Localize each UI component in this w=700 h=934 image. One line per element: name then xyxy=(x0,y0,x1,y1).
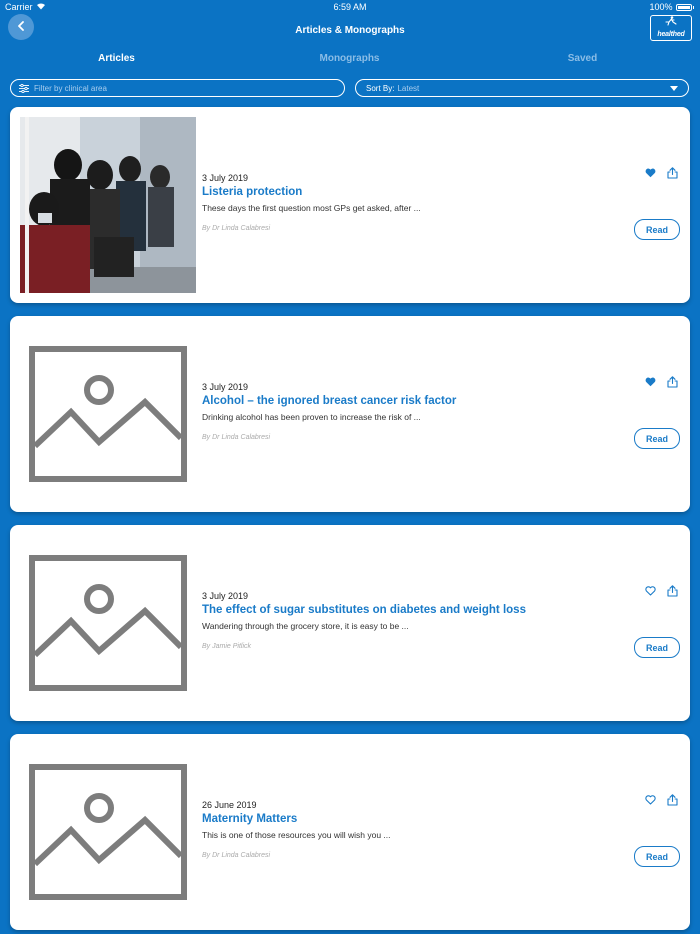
battery-icon xyxy=(675,3,692,11)
image-placeholder-icon xyxy=(29,346,187,482)
image-placeholder-icon xyxy=(29,764,187,900)
article-card-3: 3 July 2019 The effect of sugar substitu… xyxy=(10,525,690,721)
sort-select[interactable]: Sort By: Latest xyxy=(355,79,689,97)
filter-row: Filter by clinical area Sort By: Latest xyxy=(0,79,700,97)
battery-tip xyxy=(692,5,694,9)
runner-icon xyxy=(664,13,678,31)
article-excerpt: Wandering through the grocery store, it … xyxy=(202,621,409,631)
article-card-2: 3 July 2019 Alcohol – the ignored breast… xyxy=(10,316,690,512)
commuters-photo xyxy=(20,117,196,293)
article-excerpt: This is one of those resources you will … xyxy=(202,830,391,840)
tab-bar: Articles Monographs Saved xyxy=(0,53,700,69)
sort-value: Latest xyxy=(397,83,420,93)
article-date: 3 July 2019 xyxy=(202,591,249,601)
page-title: Articles & Monographs xyxy=(295,25,405,36)
article-title[interactable]: Maternity Matters xyxy=(202,813,297,825)
caret-down-icon xyxy=(670,86,678,91)
article-title[interactable]: The effect of sugar substitutes on diabe… xyxy=(202,604,526,616)
article-actions xyxy=(644,585,678,597)
tab-monographs[interactable]: Monographs xyxy=(233,53,466,64)
article-excerpt: Drinking alcohol has been proven to incr… xyxy=(202,412,421,422)
article-actions xyxy=(644,794,678,806)
heart-filled-icon[interactable] xyxy=(644,167,656,179)
sliders-icon xyxy=(19,83,29,93)
article-author: By Dr Linda Calabresi xyxy=(202,434,271,441)
status-bar: Carrier 6:59 AM 100% xyxy=(0,0,700,14)
article-author: By Jamie Pitlick xyxy=(202,643,252,650)
article-actions xyxy=(644,376,678,388)
share-icon[interactable] xyxy=(666,585,678,597)
article-title[interactable]: Alcohol – the ignored breast cancer risk… xyxy=(202,395,456,407)
status-time: 6:59 AM xyxy=(333,2,367,12)
read-button[interactable]: Read xyxy=(634,428,680,449)
heart-outline-icon[interactable] xyxy=(644,585,656,597)
heart-filled-icon[interactable] xyxy=(644,376,656,388)
share-icon[interactable] xyxy=(666,167,678,179)
article-image xyxy=(20,744,196,920)
read-button[interactable]: Read xyxy=(634,637,680,658)
article-image xyxy=(20,326,196,502)
article-body: 3 July 2019 Alcohol – the ignored breast… xyxy=(202,316,690,512)
image-placeholder-icon xyxy=(29,555,187,691)
nav-bar: Articles & Monographs healthed xyxy=(0,14,700,48)
article-body: 3 July 2019 Listeria protection These da… xyxy=(202,107,690,303)
tab-articles[interactable]: Articles xyxy=(0,53,233,64)
logo-text: healthed xyxy=(657,31,685,38)
article-image xyxy=(20,535,196,711)
article-card-1: 3 July 2019 Listeria protection These da… xyxy=(10,107,690,303)
article-body: 3 July 2019 The effect of sugar substitu… xyxy=(202,525,690,721)
article-date: 3 July 2019 xyxy=(202,382,249,392)
tab-saved[interactable]: Saved xyxy=(466,53,699,64)
healthed-logo: healthed xyxy=(650,15,692,41)
article-actions xyxy=(644,167,678,179)
article-title[interactable]: Listeria protection xyxy=(202,186,302,198)
article-body: 26 June 2019 Maternity Matters This is o… xyxy=(202,734,690,930)
clinical-area-filter[interactable]: Filter by clinical area xyxy=(10,79,345,97)
article-author: By Dr Linda Calabresi xyxy=(202,225,271,232)
share-icon[interactable] xyxy=(666,376,678,388)
clinical-area-placeholder: Filter by clinical area xyxy=(34,83,107,93)
read-button[interactable]: Read xyxy=(634,219,680,240)
article-author: By Dr Linda Calabresi xyxy=(202,852,271,859)
read-button[interactable]: Read xyxy=(634,846,680,867)
article-excerpt: These days the first question most GPs g… xyxy=(202,203,421,213)
article-image xyxy=(20,117,196,293)
heart-outline-icon[interactable] xyxy=(644,794,656,806)
battery-percent: 100% xyxy=(649,2,673,12)
article-date: 3 July 2019 xyxy=(202,173,249,183)
status-right: 100% xyxy=(649,2,694,12)
sort-prefix: Sort By: xyxy=(366,83,395,93)
article-card-4: 26 June 2019 Maternity Matters This is o… xyxy=(10,734,690,930)
share-icon[interactable] xyxy=(666,794,678,806)
article-date: 26 June 2019 xyxy=(202,800,257,810)
